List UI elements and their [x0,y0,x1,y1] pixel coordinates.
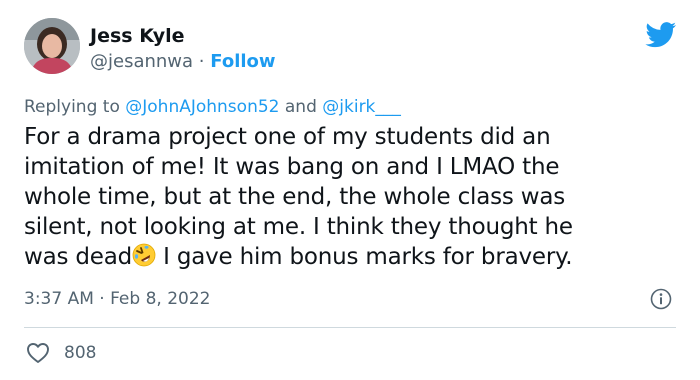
heart-icon [26,342,50,364]
tweet-text-after-emoji: I gave him bonus marks for bravery. [156,244,573,270]
handle-separator: · [198,51,205,72]
like-button[interactable]: 808 [26,341,96,365]
tweet-timestamp[interactable]: 3:37 AM · Feb 8, 2022 [24,288,210,310]
reply-conjunction: and [284,97,317,117]
divider [24,327,676,328]
mention-link-1[interactable]: @JohnAJohnson52 [125,97,279,117]
tweet-line: imitation of me! It was bang on and I LM… [24,154,560,180]
tweet-text-before-emoji: was dead [24,244,133,270]
info-icon[interactable] [650,288,672,310]
mention-link-2[interactable]: @jkirk___ [322,97,401,117]
avatar[interactable] [24,18,80,74]
twitter-bird-icon[interactable] [645,22,677,48]
author-handle[interactable]: @jesannwa [90,51,193,72]
like-count: 808 [64,343,97,363]
author-handle-row: @jesannwa · Follow [90,50,276,74]
reply-prefix: Replying to [24,97,120,117]
reply-context: Replying to @JohnAJohnson52 and @jkirk__… [24,96,401,118]
tweet-line: whole time, but at the end, the whole cl… [24,184,566,210]
tweet-line: For a drama project one of my students d… [24,124,551,150]
tweet-line-last: was dead I gave him bonus marks for brav… [24,242,684,272]
author-display-name[interactable]: Jess Kyle [90,24,184,48]
tweet-text: For a drama project one of my students d… [24,122,684,272]
follow-button[interactable]: Follow [210,51,275,72]
rolling-on-the-floor-laughing-emoji-icon [132,243,156,267]
tweet-line: silent, not looking at me. I think they … [24,214,573,240]
